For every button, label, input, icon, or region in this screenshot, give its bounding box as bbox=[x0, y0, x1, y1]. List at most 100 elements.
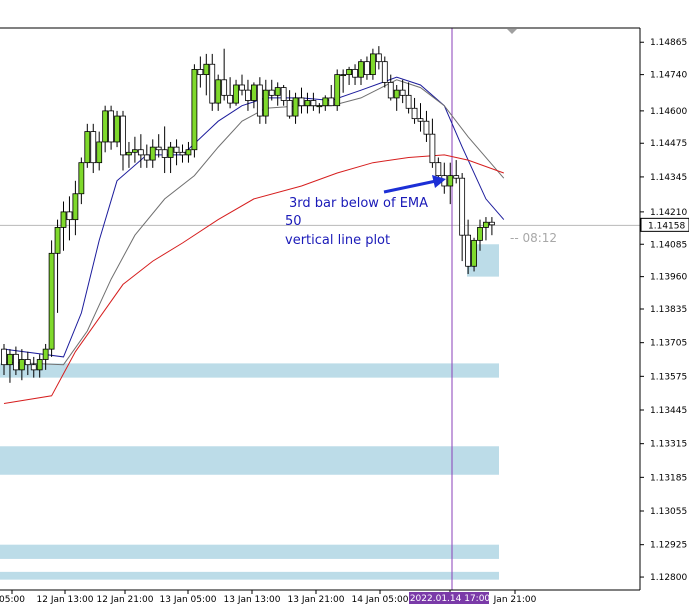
candle-body bbox=[393, 89, 400, 99]
candle-body bbox=[108, 110, 114, 143]
zone-rect bbox=[0, 544, 499, 559]
candle-body bbox=[48, 252, 55, 350]
candle-body bbox=[423, 120, 430, 135]
x-tick-label: 13 Jan 05:00 bbox=[160, 595, 217, 605]
y-tick-label: 1.13835 bbox=[650, 305, 687, 315]
candle-body bbox=[334, 74, 341, 107]
candle-body bbox=[209, 63, 216, 104]
candle-body bbox=[453, 175, 460, 179]
candle-body bbox=[30, 364, 37, 371]
y-tick-label: 1.12925 bbox=[650, 541, 687, 551]
candle bbox=[334, 69, 341, 111]
candle-body bbox=[459, 177, 466, 236]
candle-body bbox=[375, 53, 382, 63]
y-tick-label: 1.12800 bbox=[650, 573, 687, 583]
candle-body bbox=[1, 348, 7, 366]
candle-body bbox=[274, 87, 281, 96]
x-tick-label: 13 Jan 21:00 bbox=[288, 595, 345, 605]
candle-body bbox=[316, 105, 323, 108]
candle-body bbox=[369, 53, 376, 76]
candle-body bbox=[310, 100, 317, 107]
candle-body bbox=[262, 89, 269, 117]
candle-body bbox=[304, 100, 311, 107]
candle-body bbox=[381, 61, 388, 83]
candle-body bbox=[221, 79, 228, 96]
annotation-line-3: vertical line plot bbox=[285, 233, 390, 248]
candle-body bbox=[322, 97, 329, 107]
candle-body bbox=[286, 100, 293, 117]
x-tick-label: 12 Jan 13:00 bbox=[37, 595, 94, 605]
candle-body bbox=[72, 193, 79, 221]
y-tick-label: 1.14740 bbox=[650, 71, 687, 81]
candle-body bbox=[298, 97, 305, 107]
candle bbox=[471, 237, 477, 272]
candle-body bbox=[245, 89, 251, 101]
candle-body bbox=[7, 353, 13, 366]
candle-body bbox=[191, 69, 198, 151]
candle-body bbox=[352, 69, 358, 78]
candle-body bbox=[60, 211, 67, 228]
candle bbox=[48, 240, 55, 357]
candle-body bbox=[185, 149, 192, 156]
candle-body bbox=[227, 94, 234, 104]
candle-body bbox=[36, 359, 43, 371]
candle-body bbox=[143, 154, 150, 161]
candle-body bbox=[328, 97, 335, 107]
bar-countdown-timer: -- 08:12 bbox=[510, 231, 557, 245]
candle-body bbox=[203, 63, 210, 76]
x-tick-label: 14 Jan 05:00 bbox=[352, 595, 409, 605]
candle-body bbox=[483, 221, 489, 228]
candle-body bbox=[155, 146, 162, 151]
y-tick-label: 1.13185 bbox=[650, 473, 687, 483]
vertical-line-date-label: 2022.01.14 17:00 bbox=[410, 594, 491, 604]
annotation-line-1: 3rd bar below of EMA bbox=[289, 196, 428, 211]
candle-body bbox=[435, 162, 442, 177]
candle-body bbox=[18, 359, 25, 371]
candle-body bbox=[161, 149, 168, 158]
candle-body bbox=[340, 74, 347, 77]
candle-body bbox=[268, 89, 275, 96]
candle-body bbox=[364, 61, 370, 76]
candle-body bbox=[173, 146, 180, 153]
candle-body bbox=[114, 115, 120, 143]
candle-body bbox=[447, 175, 454, 187]
candle-body bbox=[346, 69, 353, 76]
candle-body bbox=[358, 61, 364, 78]
candle-body bbox=[292, 97, 299, 117]
y-tick-label: 1.14475 bbox=[650, 139, 687, 149]
candle-body bbox=[54, 227, 61, 254]
candle-body bbox=[137, 149, 144, 156]
price-chart: 1.14865 1.14740 1.14600 1.14475 1.14345 1.142… bbox=[0, 0, 689, 608]
candle-body bbox=[471, 239, 477, 267]
candle-body bbox=[215, 79, 222, 104]
candle-body bbox=[179, 151, 186, 156]
candle-body bbox=[250, 84, 257, 101]
candle-body bbox=[84, 131, 91, 164]
y-tick-label: 1.13445 bbox=[650, 406, 687, 416]
x-tick-label: 13 Jan 13:00 bbox=[224, 595, 281, 605]
y-tick-label: 1.14345 bbox=[650, 173, 687, 183]
y-tick-label: 1.13960 bbox=[650, 273, 687, 283]
y-tick-label: 1.14085 bbox=[650, 240, 687, 250]
candle-body bbox=[233, 84, 239, 104]
y-tick-label: 1.13705 bbox=[650, 339, 687, 349]
candle-body bbox=[96, 141, 103, 164]
candle-body bbox=[399, 89, 406, 96]
annotation-line-2: 50 bbox=[285, 214, 302, 229]
x-tick-label: 12 Jan 21:00 bbox=[97, 595, 154, 605]
y-tick-label: 1.14865 bbox=[650, 38, 687, 48]
y-tick-label: 1.13055 bbox=[650, 507, 687, 517]
zone-rect bbox=[0, 571, 499, 580]
candle-body bbox=[429, 133, 436, 164]
candle-body bbox=[387, 81, 394, 99]
zone-rect bbox=[0, 446, 499, 475]
y-tick-label: 1.13315 bbox=[650, 440, 687, 450]
candle-body bbox=[239, 84, 245, 91]
candle-body bbox=[90, 131, 97, 164]
candle-body bbox=[405, 94, 412, 109]
x-tick-label: 05:00 bbox=[0, 595, 25, 605]
candle-body bbox=[465, 234, 472, 267]
candle-body bbox=[102, 110, 109, 143]
candle-body bbox=[411, 107, 418, 120]
candle-body bbox=[120, 115, 126, 156]
